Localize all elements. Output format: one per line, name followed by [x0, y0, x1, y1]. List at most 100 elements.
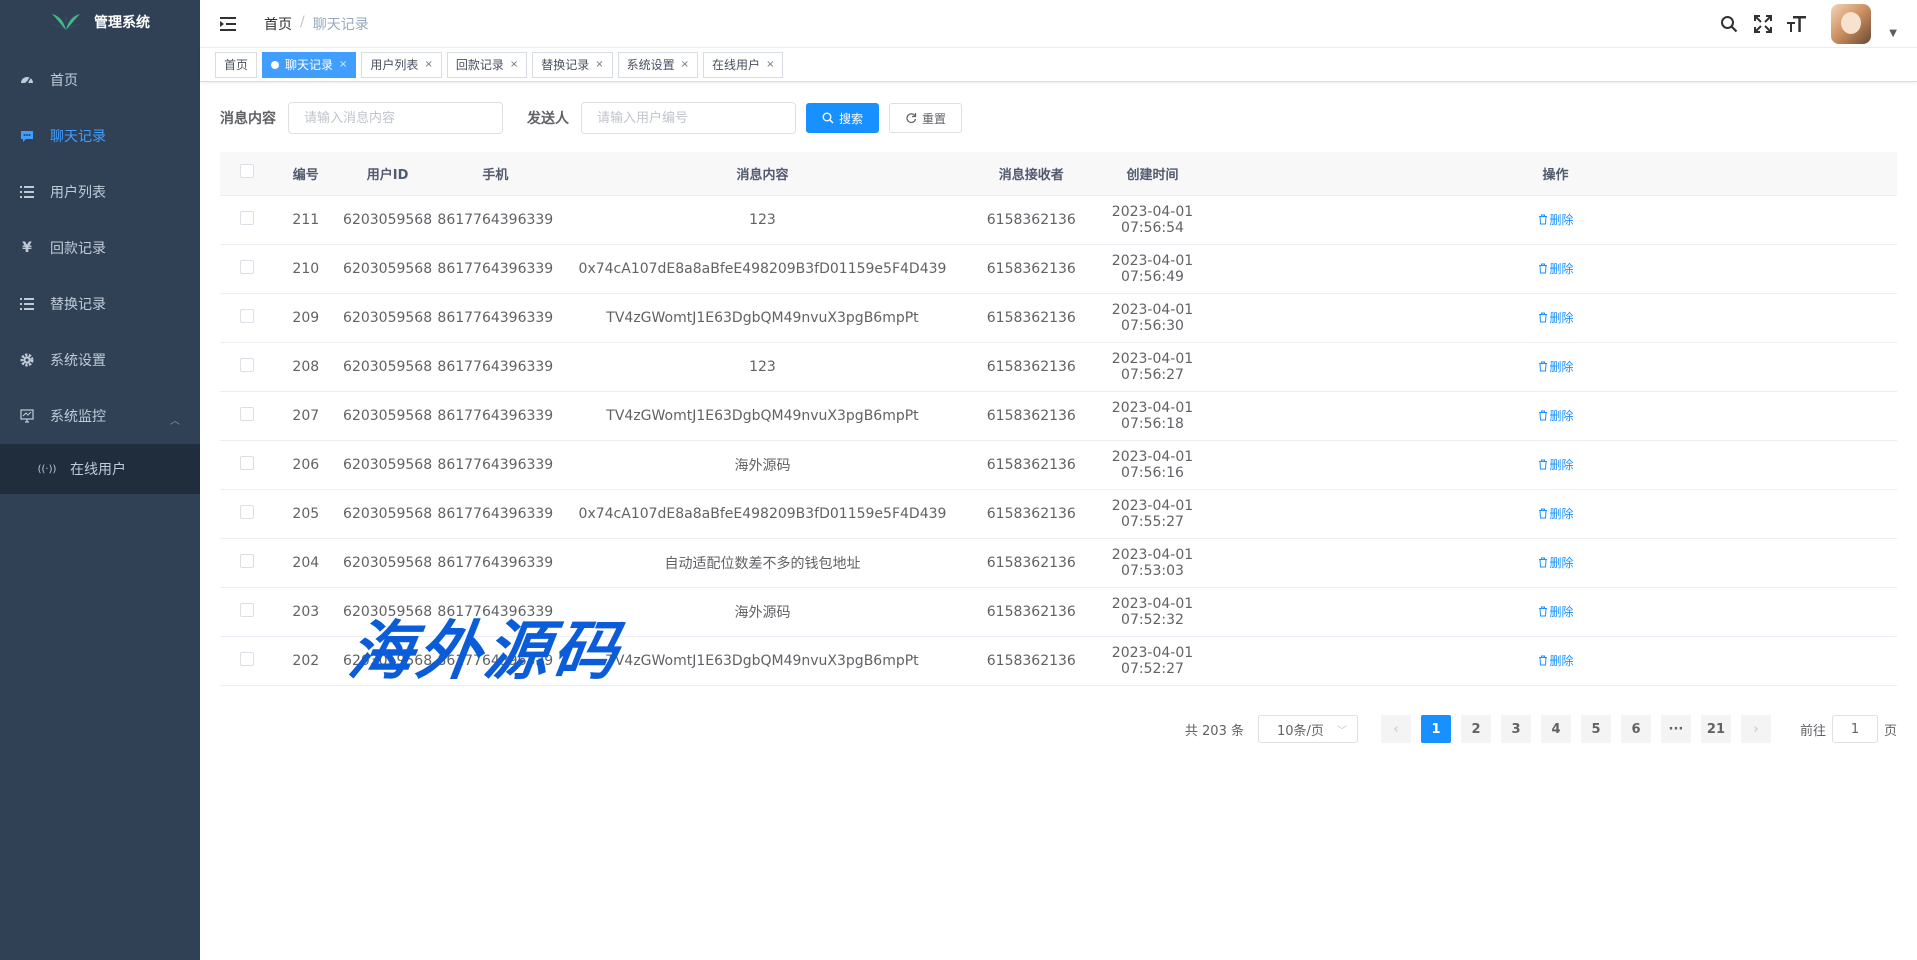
delete-label: 删除 — [1549, 310, 1574, 325]
prev-page-button[interactable]: ‹ — [1380, 715, 1411, 743]
cell-receiver: 6158362136 — [971, 244, 1091, 294]
cell-receiver: 6158362136 — [971, 293, 1091, 343]
row-checkbox[interactable] — [239, 455, 254, 470]
close-icon[interactable]: × — [339, 59, 347, 70]
delete-label: 删除 — [1549, 408, 1574, 423]
sidebar-item-replace-records[interactable]: 替换记录 — [0, 276, 200, 332]
logo-icon — [50, 12, 82, 30]
sidebar-item-chat-records[interactable]: 聊天记录 — [0, 108, 200, 164]
tag-label: 系统设置 — [626, 58, 675, 72]
row-checkbox[interactable] — [239, 259, 254, 274]
table-row: 203 6203059568 8617764396339 海外源码 6158362136… — [220, 587, 1897, 637]
sidebar-item-home[interactable]: 首页 — [0, 52, 200, 108]
cell-id: 203 — [273, 587, 338, 637]
row-checkbox[interactable] — [239, 406, 254, 421]
col-header-user-id: 用户ID — [337, 152, 438, 196]
logo[interactable]: 管理系统 — [0, 0, 200, 44]
tag-online-users[interactable]: 在线用户 × — [703, 51, 784, 78]
search-icon[interactable] — [1719, 14, 1739, 34]
delete-button[interactable]: 删除 — [1538, 554, 1574, 571]
trash-icon — [1538, 606, 1547, 616]
page-button[interactable]: 5 — [1580, 715, 1611, 743]
delete-button[interactable]: 删除 — [1538, 505, 1574, 522]
row-checkbox[interactable] — [239, 504, 254, 519]
trash-icon — [1538, 410, 1547, 420]
chat-records-table: 编号 用户ID 手机 消息内容 消息接收者 创建时间 操作 211 6203059… — [220, 152, 1897, 686]
next-page-button[interactable]: › — [1740, 715, 1771, 743]
hamburger-button[interactable] — [216, 15, 242, 33]
delete-button[interactable]: 删除 — [1538, 260, 1574, 277]
close-icon[interactable]: × — [424, 59, 432, 70]
tag-replace-records[interactable]: 替换记录 × — [532, 51, 613, 78]
select-all-checkbox[interactable] — [239, 164, 254, 179]
sidebar-item-system-monitor[interactable]: 系统监控 ︿ — [0, 388, 200, 444]
close-icon[interactable]: × — [510, 59, 518, 70]
page-button[interactable]: 3 — [1500, 715, 1531, 743]
delete-button[interactable]: 删除 — [1538, 456, 1574, 473]
cell-phone: 8617764396339 — [437, 244, 554, 294]
main-content: 消息内容 发送人 搜索 重置 编号 用户ID 手机 — [200, 82, 1917, 960]
list-icon — [20, 185, 34, 199]
close-icon[interactable]: × — [681, 59, 689, 70]
goto-suffix: 页 — [1883, 723, 1897, 739]
tag-user-list[interactable]: 用户列表 × — [361, 51, 442, 78]
tag-home[interactable]: 首页 — [215, 51, 258, 78]
gear-icon — [20, 353, 34, 367]
trash-icon — [1538, 508, 1547, 518]
sidebar-item-user-list[interactable]: 用户列表 — [0, 164, 200, 220]
sidebar-item-payment-records[interactable]: ¥ 回款记录 — [0, 220, 200, 276]
row-checkbox[interactable] — [239, 651, 254, 666]
row-checkbox[interactable] — [239, 602, 254, 617]
page-button[interactable]: 21 — [1700, 715, 1731, 743]
cell-created-time: 2023-04-01 07:56:18 — [1090, 391, 1215, 441]
delete-button[interactable]: 删除 — [1538, 358, 1574, 375]
page-size-select[interactable]: 10条/页 ﹀ — [1257, 715, 1358, 743]
delete-button[interactable]: 删除 — [1538, 603, 1574, 620]
breadcrumb-home[interactable]: 首页 — [264, 14, 292, 34]
more-pages-button[interactable]: ··· — [1660, 715, 1691, 743]
delete-button[interactable]: 删除 — [1538, 652, 1574, 669]
cell-id: 208 — [273, 342, 338, 392]
cell-message: TV4zGWomtJ1E63DgbQM49nvuX3pgB6mpPt — [553, 391, 972, 441]
sidebar-item-online-users[interactable]: ((·)) 在线用户 — [0, 444, 200, 494]
page-jump: 前往 页 — [1800, 715, 1897, 743]
page-button[interactable]: 2 — [1460, 715, 1491, 743]
cell-user-id: 6203059568 — [337, 195, 438, 245]
row-checkbox[interactable] — [239, 553, 254, 568]
goto-page-input[interactable] — [1831, 715, 1878, 743]
tag-label: 替换记录 — [541, 58, 590, 72]
page-button[interactable]: 4 — [1540, 715, 1571, 743]
row-checkbox[interactable] — [239, 357, 254, 372]
cell-user-id: 6203059568 — [337, 391, 438, 441]
tag-system-settings[interactable]: 系统设置 × — [617, 51, 699, 78]
avatar[interactable] — [1831, 4, 1872, 44]
sidebar-item-system-settings[interactable]: 系统设置 — [0, 332, 200, 388]
search-button-label: 搜索 — [839, 111, 864, 126]
message-content-input[interactable] — [288, 102, 503, 134]
sender-input[interactable] — [581, 102, 796, 134]
table-row: 207 6203059568 8617764396339 TV4zGWomtJ1E63… — [220, 391, 1897, 441]
page-button[interactable]: 6 — [1620, 715, 1651, 743]
fullscreen-icon[interactable] — [1753, 14, 1773, 34]
tag-chat-records[interactable]: 聊天记录 × — [262, 51, 357, 78]
tag-label: 回款记录 — [455, 58, 504, 72]
row-checkbox[interactable] — [239, 308, 254, 323]
close-icon[interactable]: × — [595, 59, 603, 70]
delete-button[interactable]: 删除 — [1538, 407, 1574, 424]
delete-button[interactable]: 删除 — [1538, 309, 1574, 326]
tag-payment-records[interactable]: 回款记录 × — [446, 51, 528, 78]
close-icon[interactable]: × — [766, 59, 774, 70]
delete-button[interactable]: 删除 — [1538, 211, 1574, 228]
search-button[interactable]: 搜索 — [806, 103, 880, 133]
table-row: 205 6203059568 8617764396339 0x74cA107dE8a8… — [220, 489, 1897, 539]
cell-receiver: 6158362136 — [971, 489, 1091, 539]
cell-user-id: 6203059568 — [337, 342, 438, 392]
caret-down-icon[interactable]: ▼ — [1889, 28, 1897, 39]
cell-receiver: 6158362136 — [971, 391, 1091, 441]
font-size-icon[interactable] — [1787, 14, 1807, 34]
page-button[interactable]: 1 — [1420, 715, 1451, 743]
tag-label: 首页 — [224, 58, 249, 72]
search-icon — [822, 112, 834, 124]
row-checkbox[interactable] — [239, 210, 254, 225]
reset-button[interactable]: 重置 — [889, 103, 963, 133]
